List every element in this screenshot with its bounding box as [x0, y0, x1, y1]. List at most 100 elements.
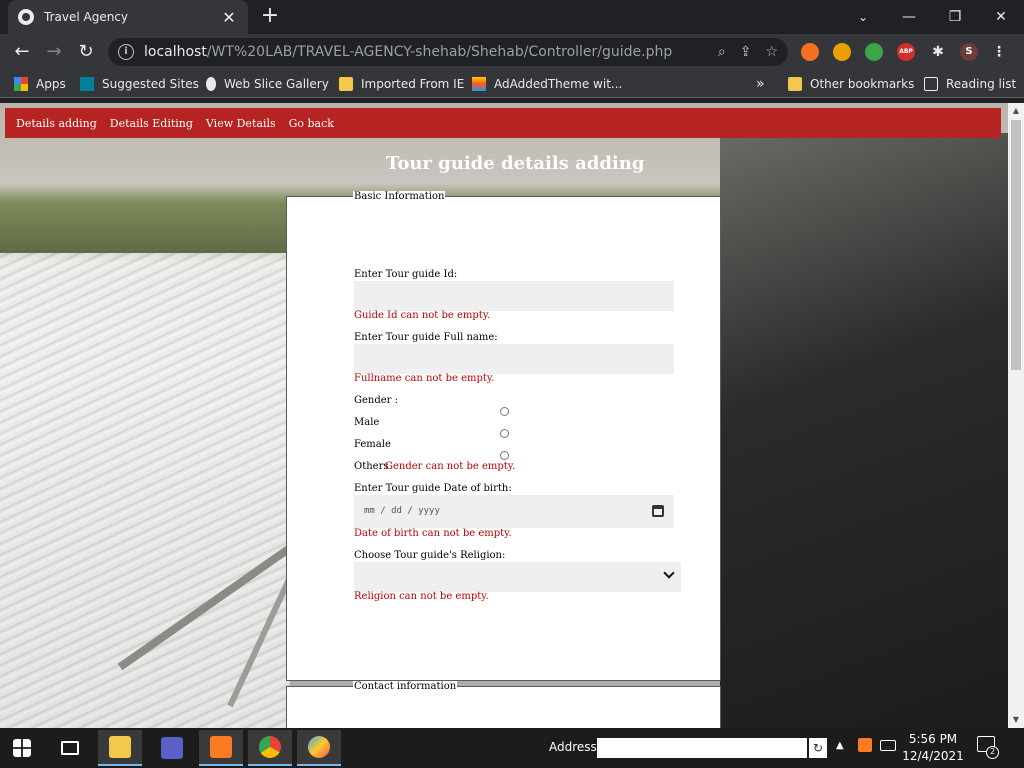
scrollbar-thumb[interactable]: [1011, 120, 1021, 370]
minimize-button[interactable]: —: [886, 0, 932, 34]
gender-male-label: Male: [354, 417, 380, 428]
url-text[interactable]: localhost/WT%20LAB/TRAVEL-AGENCY-shehab/…: [144, 44, 704, 60]
folder-icon: [788, 77, 802, 91]
scroll-down-arrow-icon[interactable]: ▼: [1008, 712, 1024, 728]
apps-grid-icon: [14, 77, 28, 91]
nav-details-adding[interactable]: Details adding: [16, 117, 97, 130]
full-name-label: Enter Tour guide Full name:: [354, 332, 498, 343]
guide-id-label: Enter Tour guide Id:: [354, 269, 458, 280]
bookmark-star-icon[interactable]: ☆: [765, 44, 778, 60]
bookmark-label: Imported From IE: [361, 77, 465, 91]
bookmarks-overflow[interactable]: »: [756, 75, 765, 93]
folder-icon: [339, 77, 353, 91]
dob-error: Date of birth can not be empty.: [354, 528, 512, 539]
reading-list[interactable]: Reading list: [924, 75, 1016, 93]
reading-list-icon: [924, 77, 938, 91]
profile-avatar[interactable]: S: [960, 43, 978, 61]
bookmark-adaddedtheme[interactable]: AdAddedTheme wit...: [472, 75, 622, 93]
url-path: /WT%20LAB/TRAVEL-AGENCY-shehab/Shehab/Co…: [206, 44, 673, 60]
new-tab-button[interactable]: +: [258, 4, 282, 28]
extension-avast-icon[interactable]: [801, 43, 819, 61]
forward-icon[interactable]: →: [41, 39, 67, 65]
nav-menu: Details adding Details Editing View Deta…: [5, 108, 1001, 138]
tray-overflow-icon[interactable]: ▲: [836, 740, 844, 751]
clock-time: 5:56 PM: [908, 732, 958, 746]
bookmark-imported-from-ie[interactable]: Imported From IE: [339, 75, 464, 93]
gender-others-radio[interactable]: [500, 451, 509, 460]
nav-details-editing[interactable]: Details Editing: [110, 117, 193, 130]
gender-female-radio[interactable]: [500, 429, 509, 438]
bookmark-label: Other bookmarks: [810, 77, 915, 91]
religion-label: Choose Tour guide's Religion:: [354, 550, 506, 561]
notification-count-badge: 2: [986, 746, 999, 759]
taskbar-address-input[interactable]: [597, 738, 807, 758]
tab-search-icon[interactable]: ⌄: [840, 0, 886, 34]
tab-strip: Travel Agency ✕ + ⌄ — ❐ ✕: [0, 0, 1024, 34]
fieldset-legend: Contact information: [353, 681, 458, 692]
paint-icon[interactable]: [297, 730, 341, 766]
bookmark-apps[interactable]: Apps: [14, 75, 66, 93]
teams-icon[interactable]: [150, 730, 194, 766]
back-icon[interactable]: ←: [9, 39, 35, 65]
background-figure: [720, 133, 1008, 728]
battery-icon[interactable]: [880, 740, 896, 751]
xampp-icon[interactable]: [199, 730, 243, 766]
religion-select[interactable]: [354, 562, 681, 592]
nav-view-details[interactable]: View Details: [206, 117, 276, 130]
bookmark-label: Suggested Sites: [102, 77, 199, 91]
restore-button[interactable]: ❐: [932, 0, 978, 34]
basic-information-fieldset: Basic Information Enter Tour guide Id: G…: [286, 191, 721, 681]
guide-id-input[interactable]: [354, 281, 674, 311]
zoom-icon[interactable]: ⌕: [718, 44, 726, 60]
guide-id-error: Guide Id can not be empty.: [354, 310, 491, 321]
address-bar[interactable]: i localhost/WT%20LAB/TRAVEL-AGENCY-sheha…: [108, 38, 788, 66]
taskbar-clock[interactable]: 5:56 PM 12/4/2021: [900, 731, 966, 765]
adblock-icon[interactable]: ABP: [897, 43, 915, 61]
extensions-puzzle-icon[interactable]: ✱: [929, 43, 947, 61]
task-view-icon[interactable]: [48, 730, 92, 766]
extension-colorful-icon[interactable]: [865, 43, 883, 61]
page-viewport: Details adding Details Editing View Deta…: [0, 103, 1008, 728]
gender-label: Gender :: [354, 395, 398, 406]
file-explorer-icon[interactable]: [98, 730, 142, 766]
fieldset-legend: Basic Information: [353, 191, 446, 202]
gender-female-label: Female: [354, 439, 391, 450]
background-water: [0, 253, 290, 728]
full-name-input[interactable]: [354, 344, 674, 374]
bookmark-label: AdAddedTheme wit...: [494, 77, 623, 91]
dob-label: Enter Tour guide Date of birth:: [354, 483, 512, 494]
windows-start-icon[interactable]: [0, 730, 44, 766]
close-window-button[interactable]: ✕: [978, 0, 1024, 34]
nav-go-back[interactable]: Go back: [289, 117, 334, 130]
tab-travel-agency[interactable]: Travel Agency ✕: [8, 0, 248, 34]
full-name-error: Fullname can not be empty.: [354, 373, 495, 384]
extension-key-icon[interactable]: [833, 43, 851, 61]
url-host: localhost: [144, 44, 207, 60]
bookmark-web-slice-gallery[interactable]: Web Slice Gallery: [206, 75, 329, 93]
chrome-icon[interactable]: [248, 730, 292, 766]
gender-male-radio[interactable]: [500, 407, 509, 416]
share-icon[interactable]: ⇪: [740, 44, 752, 60]
religion-error: Religion can not be empty.: [354, 591, 489, 602]
chevron-down-icon: [663, 567, 675, 579]
calendar-icon[interactable]: [652, 505, 664, 517]
tab-close-icon[interactable]: ✕: [220, 8, 238, 27]
gender-others-label: Others: [354, 461, 389, 472]
scroll-up-arrow-icon[interactable]: ▲: [1008, 103, 1024, 119]
page-title: Tour guide details adding: [386, 153, 645, 174]
bookmark-label: Apps: [36, 77, 66, 91]
menu-kebab-icon[interactable]: ⋮: [990, 43, 1008, 61]
browser-toolbar: ← → ↻ i localhost/WT%20LAB/TRAVEL-AGENCY…: [0, 34, 1024, 70]
bookmark-other[interactable]: Other bookmarks: [788, 75, 914, 93]
bookmark-label: Reading list: [946, 77, 1017, 91]
page-scrollbar[interactable]: ▲ ▼: [1008, 103, 1024, 728]
bookmarks-bar: Apps Suggested Sites Web Slice Gallery I…: [0, 70, 1024, 98]
reload-icon[interactable]: ↻: [73, 39, 99, 65]
tray-xampp-icon[interactable]: [858, 738, 872, 752]
taskbar-address-go-icon[interactable]: ↻: [809, 738, 827, 758]
globe-icon: [18, 9, 34, 25]
site-info-icon[interactable]: i: [118, 44, 134, 60]
dob-input[interactable]: mm / dd / yyyy: [354, 495, 674, 528]
bookmark-suggested-sites[interactable]: Suggested Sites: [80, 75, 199, 93]
tab-title: Travel Agency: [44, 10, 128, 24]
